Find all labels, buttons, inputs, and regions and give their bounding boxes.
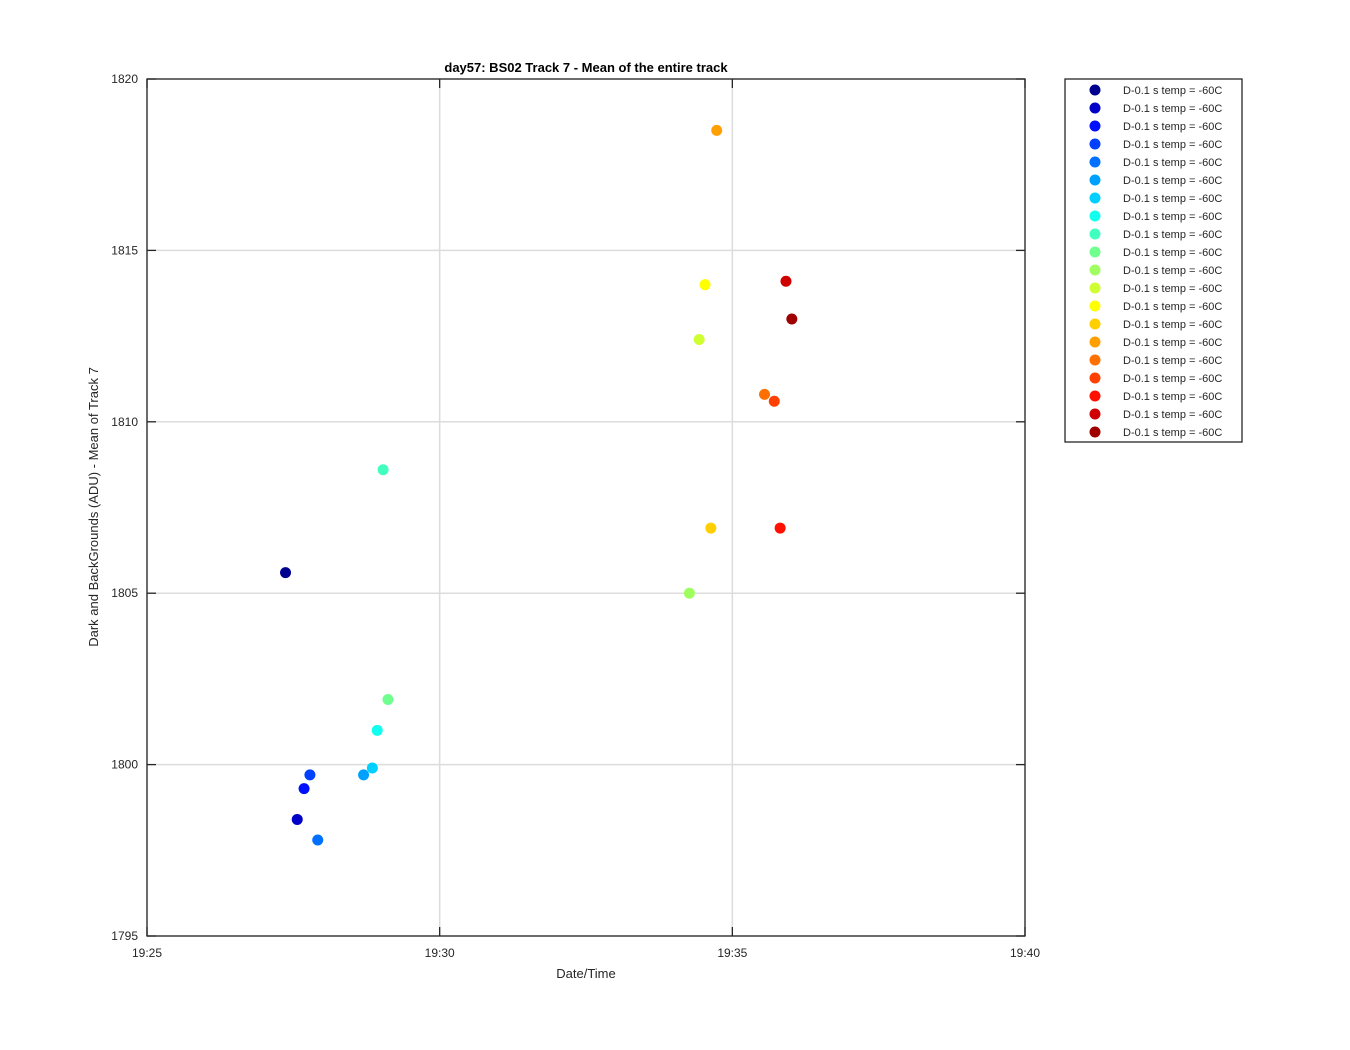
legend-entry-label: D-0.1 s temp = -60C [1123,265,1222,277]
legend-entry-label: D-0.1 s temp = -60C [1123,427,1222,439]
legend-entry-label: D-0.1 s temp = -60C [1123,301,1222,313]
legend-marker [1089,300,1101,312]
legend-marker [1089,318,1101,330]
data-point [683,587,695,599]
legend-marker [1089,336,1101,348]
legend-entry-label: D-0.1 s temp = -60C [1123,319,1222,331]
data-point [759,388,771,400]
x-tick-label: 19:40 [1010,946,1040,960]
data-point [382,693,394,705]
data-point [699,279,711,291]
legend-marker [1089,120,1101,132]
legend-entry-label: D-0.1 s temp = -60C [1123,391,1222,403]
legend-entry-label: D-0.1 s temp = -60C [1123,409,1222,421]
legend-entry-label: D-0.1 s temp = -60C [1123,121,1222,133]
legend-marker [1089,174,1101,186]
y-axis-label: Dark and BackGrounds (ADU) - Mean of Tra… [86,367,101,647]
legend-entry-label: D-0.1 s temp = -60C [1123,175,1222,187]
legend-box [1064,78,1243,443]
data-point [786,313,798,325]
legend-marker [1089,246,1101,258]
legend-marker [1089,354,1101,366]
legend-entry-label: D-0.1 s temp = -60C [1123,211,1222,223]
legend-marker [1089,228,1101,240]
legend-entry-label: D-0.1 s temp = -60C [1123,337,1222,349]
legend-marker [1089,264,1101,276]
data-point [291,813,303,825]
y-tick-label: 1795 [111,929,138,943]
y-tick-label: 1820 [111,72,138,86]
data-point [774,522,786,534]
data-point [711,124,723,136]
legend: D-0.1 s temp = -60C D-0.1 s temp = -60C D-… [1064,78,1243,443]
data-points [280,124,798,846]
grid [146,78,1026,937]
figure: day57: BS02 Track 7 - Mean of the entire… [0,0,1350,1050]
legend-entry-label: D-0.1 s temp = -60C [1123,139,1222,151]
data-point [705,522,717,534]
legend-marker [1089,84,1101,96]
legend-entry-label: D-0.1 s temp = -60C [1123,103,1222,115]
legend-marker [1089,408,1101,420]
y-tick-label: 1810 [111,415,138,429]
chart-title: day57: BS02 Track 7 - Mean of the entire… [444,60,728,75]
legend-marker [1089,192,1101,204]
axis-ticks: 19:25 19:30 19:35 19:40 1795 1800 1805 1810 1815… [111,72,1040,960]
data-point [768,395,780,407]
x-tick-label: 19:35 [717,946,747,960]
data-point [358,769,370,781]
y-tick-label: 1815 [111,243,138,257]
x-tick-label: 19:25 [132,946,162,960]
legend-entry-label: D-0.1 s temp = -60C [1123,193,1222,205]
plot-area-frame [146,78,1026,937]
y-tick-label: 1805 [111,586,138,600]
legend-marker [1089,156,1101,168]
data-point [298,783,310,795]
data-point [280,567,292,579]
legend-entry-label: D-0.1 s temp = -60C [1123,283,1222,295]
legend-marker [1089,102,1101,114]
legend-marker [1089,138,1101,150]
legend-marker [1089,426,1101,438]
legend-entry-label: D-0.1 s temp = -60C [1123,373,1222,385]
legend-marker [1089,282,1101,294]
legend-entry-label: D-0.1 s temp = -60C [1123,157,1222,169]
data-point [304,769,316,781]
scatter-chart: day57: BS02 Track 7 - Mean of the entire… [86,60,1243,981]
legend-marker [1089,372,1101,384]
legend-entry-label: D-0.1 s temp = -60C [1123,85,1222,97]
data-point [312,834,324,846]
data-point [780,275,792,287]
data-point [693,334,705,346]
data-point [366,762,378,774]
legend-marker [1089,210,1101,222]
legend-entry-label: D-0.1 s temp = -60C [1123,355,1222,367]
x-tick-label: 19:30 [425,946,455,960]
data-point [377,464,389,476]
legend-marker [1089,390,1101,402]
legend-entry-label: D-0.1 s temp = -60C [1123,247,1222,259]
x-axis-label: Date/Time [556,966,615,981]
legend-entry-label: D-0.1 s temp = -60C [1123,229,1222,241]
data-point [371,724,383,736]
y-tick-label: 1800 [111,758,138,772]
